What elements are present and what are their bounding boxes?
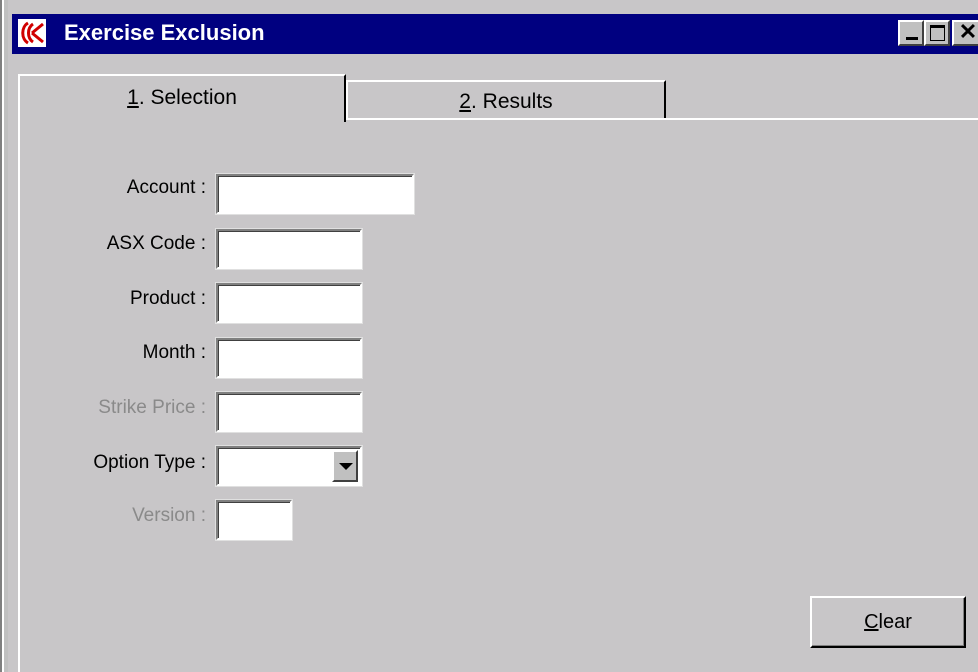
version-input bbox=[215, 499, 293, 541]
window-title: Exercise Exclusion bbox=[64, 20, 265, 45]
minimize-icon bbox=[906, 37, 918, 40]
strike-price-label: Strike Price : bbox=[98, 397, 206, 418]
clear-button[interactable]: Clear bbox=[810, 596, 966, 648]
close-icon: ✕ bbox=[958, 19, 978, 44]
strike-price-input bbox=[215, 391, 363, 433]
account-label: Account : bbox=[126, 177, 206, 198]
tab-selection-label: 1. Selection bbox=[127, 86, 237, 109]
chevron-down-icon bbox=[339, 463, 353, 470]
minimize-button[interactable] bbox=[898, 20, 924, 46]
product-label: Product : bbox=[129, 288, 206, 309]
month-input[interactable] bbox=[215, 337, 363, 379]
tab-results[interactable]: 2. Results bbox=[346, 80, 666, 118]
tab-results-label: 2. Results bbox=[459, 90, 553, 113]
tab-panel-left-border bbox=[18, 120, 20, 672]
option-type-select[interactable] bbox=[215, 445, 363, 487]
product-input[interactable] bbox=[215, 282, 363, 324]
app-logo-icon[interactable] bbox=[18, 19, 46, 47]
option-type-label: Option Type : bbox=[93, 452, 206, 473]
tab-panel-top-border bbox=[346, 118, 978, 120]
window-border-highlight bbox=[2, 0, 4, 672]
account-input[interactable] bbox=[215, 173, 415, 215]
title-bar[interactable]: Exercise Exclusion ✕ bbox=[12, 14, 978, 54]
asx-code-label: ASX Code : bbox=[106, 233, 206, 254]
close-button[interactable]: ✕ bbox=[952, 20, 978, 46]
maximize-icon bbox=[930, 25, 945, 41]
option-type-dropdown-button[interactable] bbox=[332, 450, 358, 482]
version-label: Version : bbox=[132, 505, 206, 526]
month-label: Month : bbox=[142, 342, 206, 363]
tab-selection[interactable]: 1. Selection bbox=[18, 74, 346, 122]
asx-code-input[interactable] bbox=[215, 228, 363, 270]
maximize-button[interactable] bbox=[924, 20, 950, 46]
